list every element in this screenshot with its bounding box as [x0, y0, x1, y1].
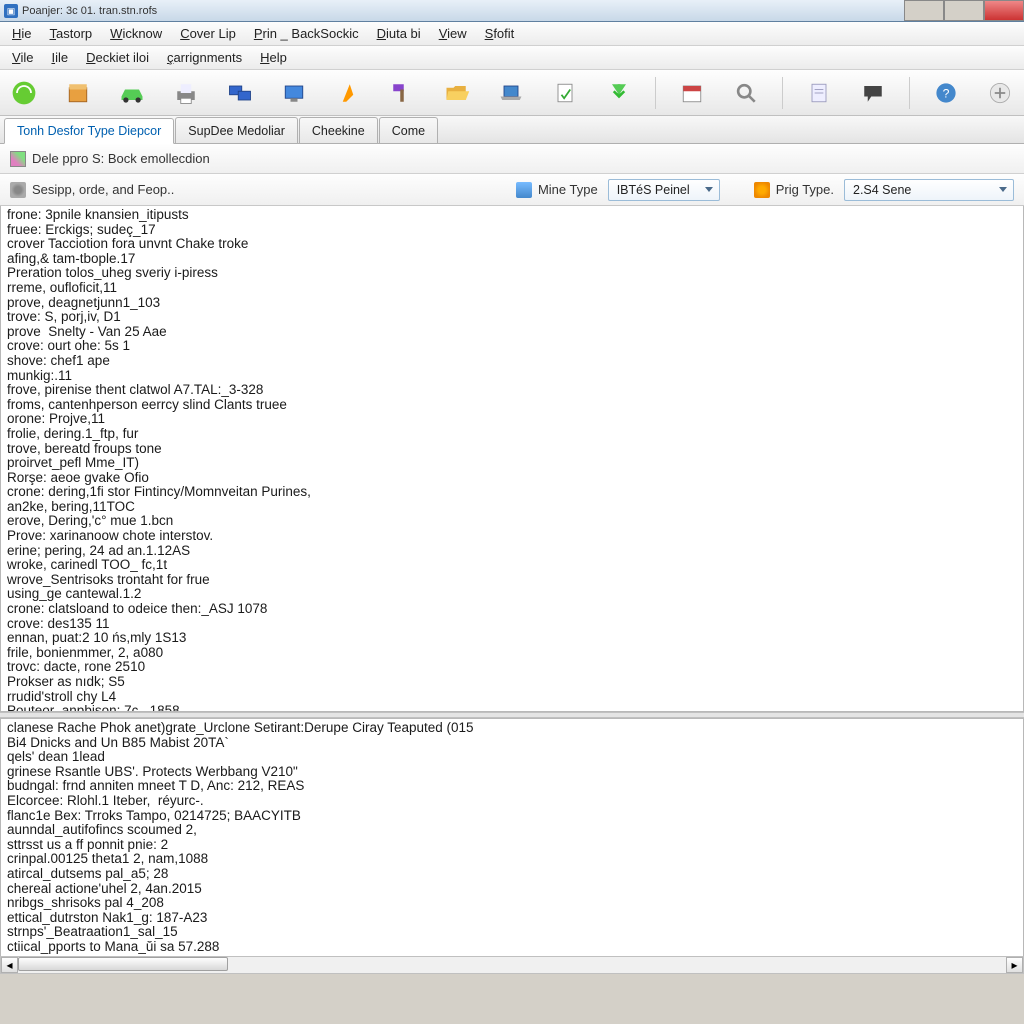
toolbar-separator: [782, 77, 783, 109]
chevron-down-icon: [705, 187, 713, 192]
tab[interactable]: Tonh Desfor Type Diepcor: [4, 118, 174, 144]
menu-item[interactable]: Prin _ BackSockic: [246, 23, 367, 44]
menu-item[interactable]: Help: [252, 47, 295, 68]
tab[interactable]: Come: [379, 117, 438, 143]
horizontal-scrollbar[interactable]: ◂ ▸: [0, 956, 1024, 974]
page-icon[interactable]: [801, 74, 837, 112]
box-icon[interactable]: [60, 74, 96, 112]
scroll-thumb[interactable]: [18, 957, 228, 971]
scroll-right-button[interactable]: ▸: [1006, 957, 1023, 973]
toolbar-separator: [909, 77, 910, 109]
maximize-button[interactable]: [944, 0, 984, 21]
prig-type-label: Prig Type.: [776, 182, 834, 197]
title-bar: ▣ Poanjer: 3c 01. tran.stn.rofs: [0, 0, 1024, 22]
menu-bar-primary: HieTastorpWicknowCover LipPrin _ BackSoc…: [0, 22, 1024, 46]
prig-type-dropdown[interactable]: 2.S4 Sene: [844, 179, 1014, 201]
session-label: Sesipp, orde, and Feop..: [32, 182, 174, 197]
toolbar: ?: [0, 70, 1024, 116]
filter-bar: Sesipp, orde, and Feop.. Mine Type IBTéS…: [0, 174, 1024, 206]
chevron-down-icon: [999, 187, 1007, 192]
prig-type-value: 2.S4 Sene: [853, 183, 911, 197]
gear-icon: [10, 182, 26, 198]
hammer-icon[interactable]: [384, 74, 420, 112]
menu-item[interactable]: Tastorp: [42, 23, 101, 44]
menu-item[interactable]: Sfofit: [477, 23, 523, 44]
circle-icon: [754, 182, 770, 198]
tab[interactable]: Cheekine: [299, 117, 378, 143]
menu-item[interactable]: Iile: [43, 47, 76, 68]
window-title: Poanjer: 3c 01. tran.stn.rofs: [22, 5, 157, 17]
laptop-icon[interactable]: [493, 74, 529, 112]
monitors-icon[interactable]: [222, 74, 258, 112]
calendar-icon[interactable]: [674, 74, 710, 112]
search-icon[interactable]: [728, 74, 764, 112]
menu-item[interactable]: Deckiet iloi: [78, 47, 157, 68]
download-icon[interactable]: [601, 74, 637, 112]
menu-item[interactable]: Diuta bi: [369, 23, 429, 44]
minimize-button[interactable]: [904, 0, 944, 21]
printer-icon[interactable]: [168, 74, 204, 112]
close-button[interactable]: [984, 0, 1024, 21]
info-bar: Dele ppro S: Bock emollecdion: [0, 144, 1024, 174]
grid-icon: [10, 151, 26, 167]
screen-icon[interactable]: [276, 74, 312, 112]
menu-item[interactable]: View: [431, 23, 475, 44]
globe-icon[interactable]: [6, 74, 42, 112]
scroll-track[interactable]: [18, 957, 1006, 973]
add-icon[interactable]: [982, 74, 1018, 112]
cube-icon: [516, 182, 532, 198]
menu-item[interactable]: çarrignments: [159, 47, 250, 68]
menu-item[interactable]: Vile: [4, 47, 41, 68]
tab-strip: Tonh Desfor Type DiepcorSupDee MedoliarC…: [0, 116, 1024, 144]
menu-item[interactable]: Hie: [4, 23, 40, 44]
menu-item[interactable]: Wicknow: [102, 23, 170, 44]
folder-open-icon[interactable]: [439, 74, 475, 112]
mine-type-dropdown[interactable]: IBTéS Peinel: [608, 179, 720, 201]
menu-item[interactable]: Cover Lip: [172, 23, 244, 44]
scroll-left-button[interactable]: ◂: [1, 957, 18, 973]
log-pane-upper[interactable]: frone: 3pnile knansien_itipusts fruee: E…: [0, 206, 1024, 712]
comment-icon[interactable]: [855, 74, 891, 112]
document-check-icon[interactable]: [547, 74, 583, 112]
svg-text:?: ?: [942, 86, 949, 100]
info-bar-text: Dele ppro S: Bock emollecdion: [32, 151, 210, 166]
toolbar-separator: [655, 77, 656, 109]
log-pane-lower[interactable]: clanese Rache Phok anet)grate_Urclone Se…: [0, 718, 1024, 956]
spark-icon[interactable]: [330, 74, 366, 112]
car-icon[interactable]: [114, 74, 150, 112]
help-icon[interactable]: ?: [928, 74, 964, 112]
tab[interactable]: SupDee Medoliar: [175, 117, 298, 143]
mine-type-label: Mine Type: [538, 182, 598, 197]
menu-bar-secondary: VileIileDeckiet iloiçarrignmentsHelp: [0, 46, 1024, 70]
mine-type-value: IBTéS Peinel: [617, 183, 690, 197]
app-icon: ▣: [4, 4, 18, 18]
